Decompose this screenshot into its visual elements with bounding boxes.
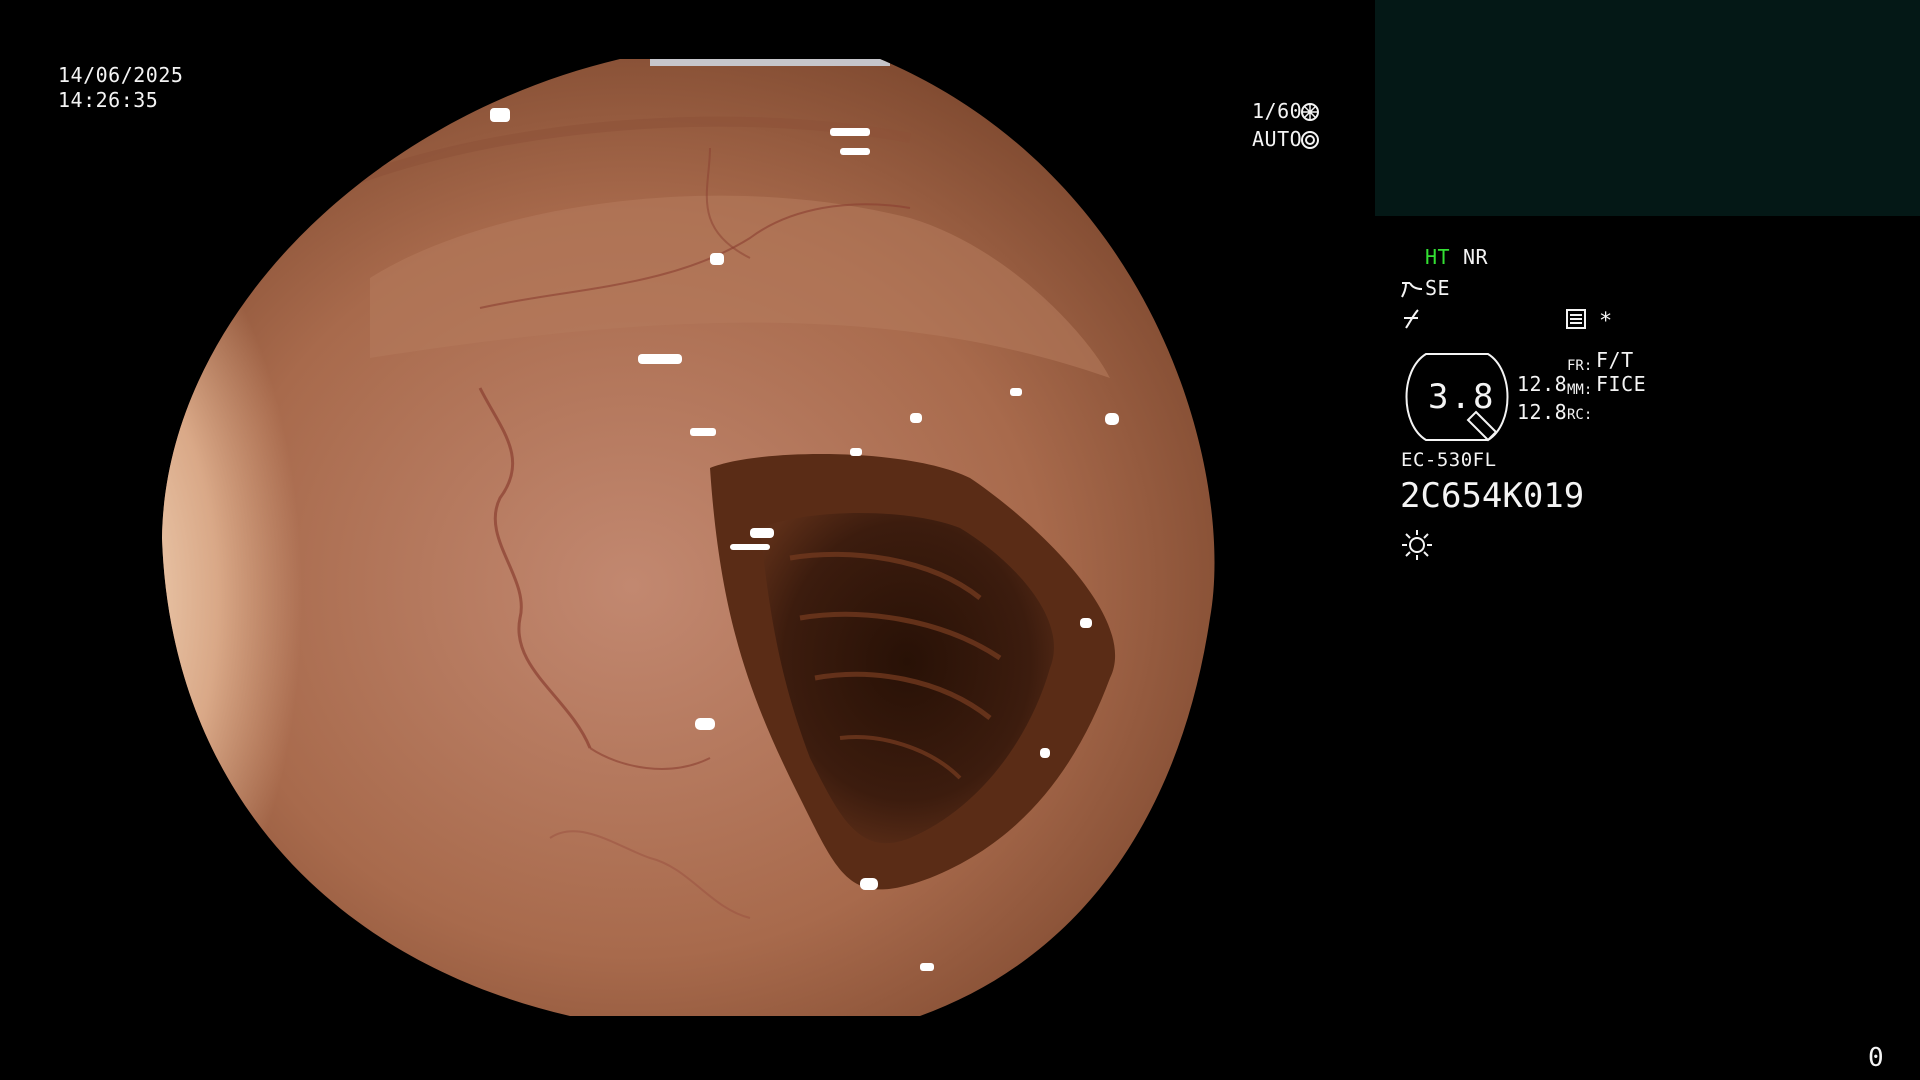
se-label: SE	[1425, 276, 1451, 300]
value-1: 12.8	[1517, 372, 1568, 396]
date-text: 14/06/2025	[58, 63, 184, 87]
shutter-text: 1/60	[1252, 99, 1303, 123]
endoscopy-image	[162, 59, 1215, 1016]
nr-label: NR	[1463, 245, 1489, 269]
mm-label: MM:	[1567, 382, 1593, 398]
structure-enhancement-icon	[1401, 282, 1423, 298]
shutter-icon	[1301, 103, 1319, 121]
frame-counter: 0	[1868, 1043, 1885, 1073]
light-source-icon	[1402, 530, 1432, 560]
asterisk-indicator: *	[1599, 309, 1613, 334]
rc-label: RC:	[1567, 407, 1593, 423]
gamma-curve-icon	[1404, 309, 1419, 329]
exposure-text: AUTO	[1252, 127, 1303, 151]
value-2: 12.8	[1517, 400, 1568, 424]
fr-value: F/T	[1596, 348, 1634, 372]
scope-model: EC-530FL	[1401, 449, 1497, 471]
info-panel	[1375, 0, 1920, 216]
mm-value: FICE	[1596, 372, 1647, 396]
iris-icon	[1301, 131, 1319, 149]
fr-label: FR:	[1567, 358, 1593, 374]
scope-serial: 2C654K019	[1400, 476, 1585, 516]
menu-settings-icon	[1566, 309, 1586, 329]
ht-label: HT	[1425, 245, 1451, 269]
zoom-value: 3.8	[1428, 377, 1496, 417]
time-text: 14:26:35	[58, 88, 159, 112]
